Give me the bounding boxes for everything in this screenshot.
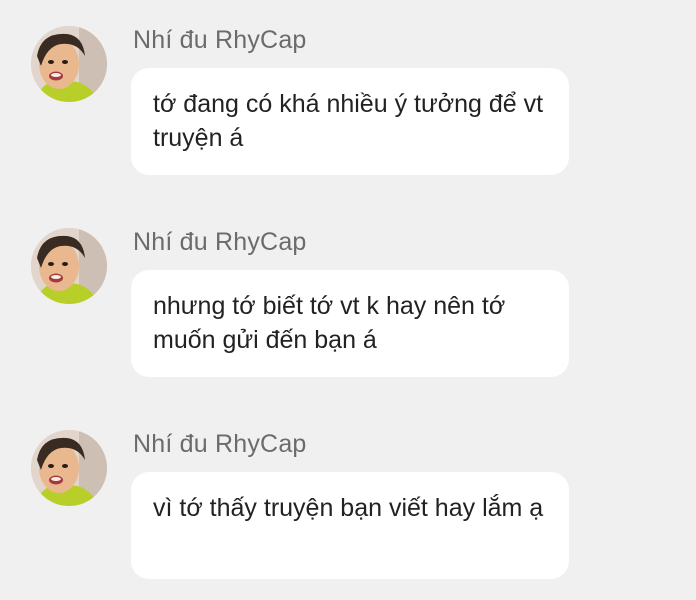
avatar-photo-icon bbox=[31, 430, 107, 506]
avatar[interactable] bbox=[31, 26, 107, 102]
avatar[interactable] bbox=[31, 228, 107, 304]
avatar-photo-icon bbox=[31, 26, 107, 102]
sender-name[interactable]: Nhí đu RhyCap bbox=[133, 430, 307, 458]
sender-name[interactable]: Nhí đu RhyCap bbox=[133, 26, 307, 54]
message-text: vì tớ thấy truyện bạn viết hay lắm ạ bbox=[153, 494, 544, 522]
sender-name[interactable]: Nhí đu RhyCap bbox=[133, 228, 307, 256]
message-bubble[interactable]: vì tớ thấy truyện bạn viết hay lắm ạ bbox=[131, 472, 569, 579]
avatar-photo-icon bbox=[31, 228, 107, 304]
message-text: nhưng tớ biết tớ vt k hay nên tớ muốn gử… bbox=[153, 292, 506, 354]
message-text: tớ đang có khá nhiều ý tưởng để vt truyệ… bbox=[153, 90, 544, 152]
avatar[interactable] bbox=[31, 430, 107, 506]
message-bubble[interactable]: tớ đang có khá nhiều ý tưởng để vt truyệ… bbox=[131, 68, 569, 175]
message-bubble[interactable]: nhưng tớ biết tớ vt k hay nên tớ muốn gử… bbox=[131, 270, 569, 377]
